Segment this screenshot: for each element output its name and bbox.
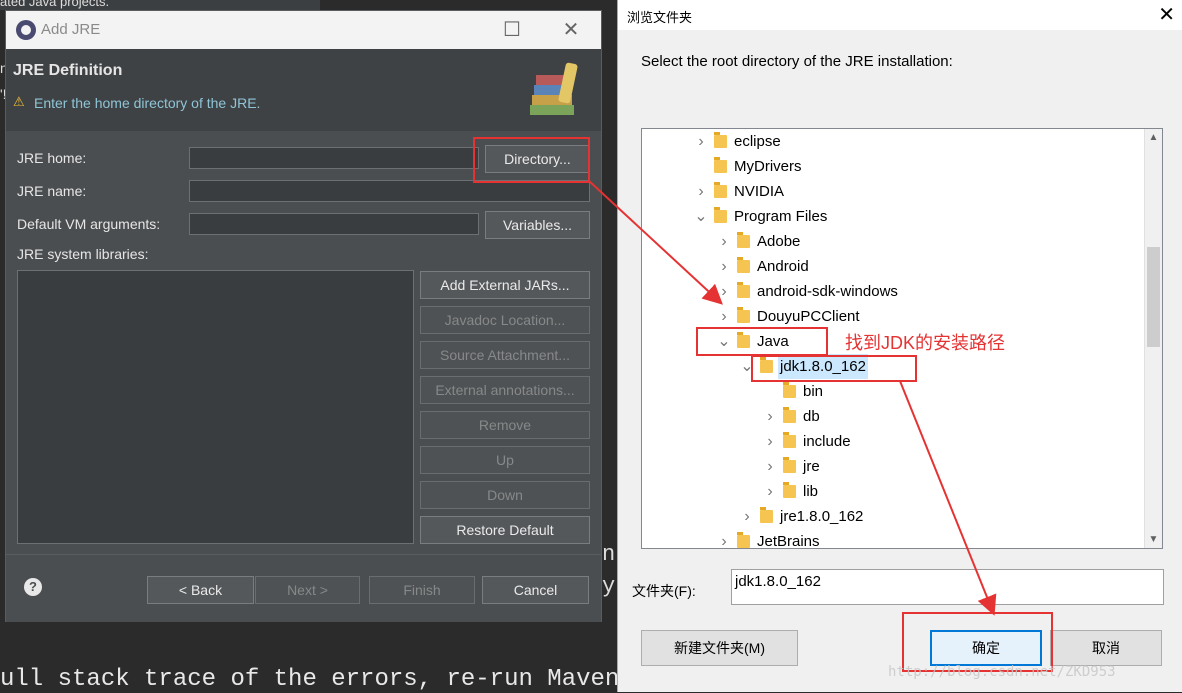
watermark: http://blog.csdn.net/ZKD953: [888, 664, 1116, 680]
arrow: [899, 380, 997, 616]
arrow: [587, 179, 723, 305]
annotation-arrows: [587, 179, 997, 616]
